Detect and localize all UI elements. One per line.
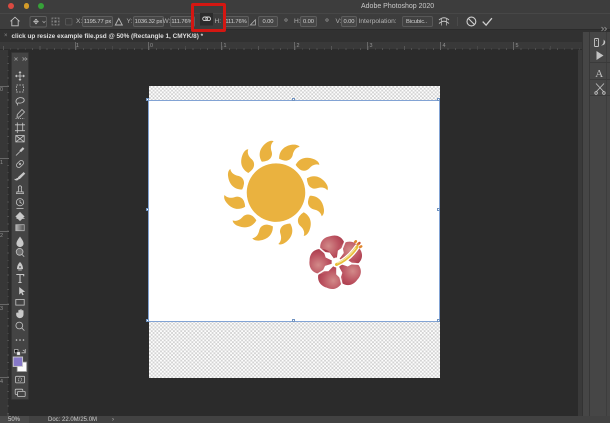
- svg-text:A: A: [595, 68, 603, 80]
